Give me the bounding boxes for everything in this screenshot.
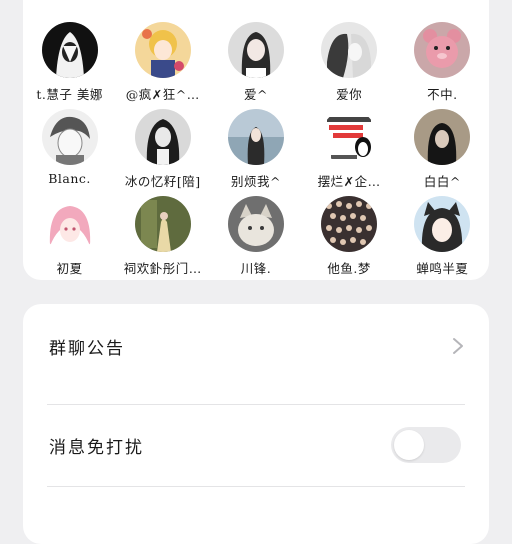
- chevron-right-icon: [453, 338, 463, 354]
- member-name: t.慧子 美娜: [36, 87, 103, 102]
- member-name: 祠欢釙彤门…: [123, 261, 202, 276]
- girl-dark-photo-avatar: [414, 109, 471, 165]
- member-name: @疯✗狂^…: [125, 87, 200, 102]
- member-item[interactable]: @疯✗狂^…: [116, 22, 209, 103]
- avatar[interactable]: [414, 22, 471, 78]
- girl-beach-avatar: [227, 109, 284, 165]
- member-item[interactable]: 初夏: [23, 196, 116, 277]
- member-item[interactable]: 爱^: [209, 22, 302, 103]
- member-item[interactable]: 别烦我^: [209, 109, 302, 190]
- announcement-row[interactable]: 群聊公告: [23, 306, 489, 386]
- member-item[interactable]: Blanc.: [23, 109, 116, 190]
- avatar[interactable]: [134, 109, 191, 165]
- member-item[interactable]: 蝉鸣半夏: [396, 196, 489, 277]
- mute-row: 消息免打扰: [23, 405, 489, 485]
- member-name: 川锋.: [240, 261, 272, 276]
- mute-toggle[interactable]: [391, 427, 461, 463]
- crowd-avatar: [321, 196, 378, 252]
- avatar[interactable]: [414, 109, 471, 165]
- anime-hooded-girl-avatar: [41, 22, 98, 78]
- avatar[interactable]: [134, 22, 191, 78]
- anime-boy-sketch-avatar: [41, 109, 98, 165]
- anime-pink-hair-girl-avatar: [41, 196, 98, 252]
- anime-dark-boy-avatar: [134, 109, 191, 165]
- member-name: 他鱼.梦: [327, 261, 371, 276]
- member-item[interactable]: 白白^: [396, 109, 489, 190]
- member-name: 初夏: [56, 261, 83, 276]
- avatar[interactable]: [227, 109, 284, 165]
- mute-label: 消息免打扰: [49, 437, 144, 458]
- member-name: 摆烂✗企…: [317, 174, 381, 189]
- member-item[interactable]: 祠欢釙彤门…: [116, 196, 209, 277]
- announcement-label: 群聊公告: [49, 338, 125, 359]
- anime-blonde-girl-avatar: [134, 22, 191, 78]
- member-name: 爱你: [336, 87, 363, 102]
- member-name: 爱^: [243, 87, 268, 102]
- avatar[interactable]: [227, 196, 284, 252]
- avatar[interactable]: [321, 109, 378, 165]
- member-item[interactable]: 摆烂✗企…: [303, 109, 396, 190]
- avatar[interactable]: [134, 196, 191, 252]
- anime-cat-ear-girl-avatar: [414, 196, 471, 252]
- member-name: Blanc.: [48, 171, 91, 186]
- avatar[interactable]: [41, 22, 98, 78]
- member-name: 白白^: [423, 174, 461, 189]
- pink-bear-avatar: [414, 22, 471, 78]
- divider: [47, 486, 465, 487]
- member-item[interactable]: 冰の忆籽[陪]: [116, 109, 209, 190]
- member-name: 不中.: [427, 87, 458, 102]
- avatar[interactable]: [227, 22, 284, 78]
- avatar[interactable]: [321, 22, 378, 78]
- member-name: 蝉鸣半夏: [416, 261, 469, 276]
- avatar[interactable]: [414, 196, 471, 252]
- avatar[interactable]: [41, 109, 98, 165]
- anime-couple-avatar: [321, 22, 378, 78]
- member-item[interactable]: 不中.: [396, 22, 489, 103]
- girl-photo-avatar: [227, 22, 284, 78]
- member-item[interactable]: 爱你: [303, 22, 396, 103]
- avatar[interactable]: [41, 196, 98, 252]
- member-item[interactable]: 川锋.: [209, 196, 302, 277]
- toggle-knob: [394, 430, 424, 460]
- avatar[interactable]: [321, 196, 378, 252]
- girl-dress-avatar: [134, 196, 191, 252]
- member-item[interactable]: t.慧子 美娜: [23, 22, 116, 103]
- settings-card: 群聊公告 消息免打扰: [23, 304, 489, 544]
- member-name: 冰の忆籽[陪]: [124, 174, 201, 189]
- member-name: 别烦我^: [230, 174, 281, 189]
- member-grid: t.慧子 美娜 @疯✗狂^… 爱^ 爱你 不中. Blanc. 冰の忆籽[陪] …: [23, 22, 489, 277]
- cat-avatar: [227, 196, 284, 252]
- member-item[interactable]: 他鱼.梦: [303, 196, 396, 277]
- penguin-meme-avatar: [321, 109, 378, 165]
